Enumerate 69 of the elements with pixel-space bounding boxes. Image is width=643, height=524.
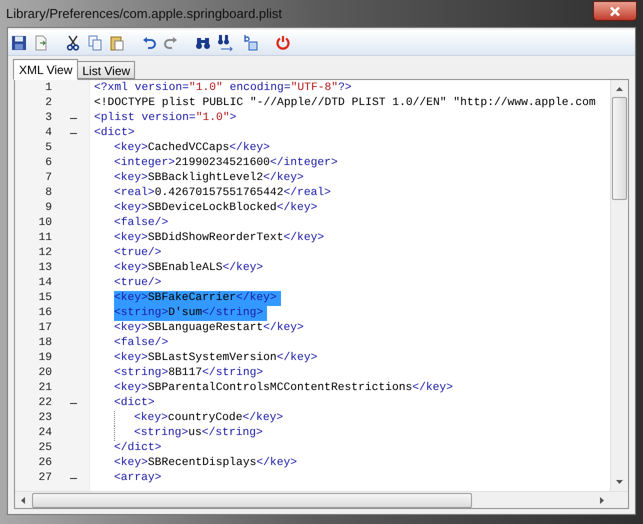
document-arrow-icon[interactable] bbox=[33, 34, 49, 50]
close-button[interactable] bbox=[593, 1, 637, 21]
line-number: 24 bbox=[37, 426, 52, 441]
line-number: 20 bbox=[37, 366, 52, 381]
line-number: 8 bbox=[44, 186, 52, 201]
line-number: 5 bbox=[44, 141, 52, 156]
window-title: Library/Preferences/com.apple.springboard.plist bbox=[6, 4, 282, 23]
vertical-scrollbar[interactable] bbox=[610, 80, 628, 491]
line-number: 14 bbox=[37, 276, 52, 291]
line-number: 18 bbox=[37, 336, 52, 351]
code-line: <key>SBParentalControlsMCContentRestrictions</key> bbox=[114, 381, 454, 396]
scrollbar-thumb[interactable] bbox=[32, 492, 472, 508]
scrollbar-thumb[interactable] bbox=[612, 97, 627, 200]
code-line: <key>SBRecentDisplays</key> bbox=[114, 456, 298, 471]
cut-icon[interactable] bbox=[65, 34, 81, 50]
view-tab[interactable]: List View bbox=[77, 61, 136, 79]
code-line: <?xml version="1.0" encoding="UTF-8"?> bbox=[94, 81, 353, 96]
code-line: <key>SBDeviceLockBlocked</key> bbox=[114, 201, 318, 216]
paste-icon[interactable] bbox=[109, 34, 125, 50]
line-number: 12 bbox=[37, 246, 52, 261]
code-line: <!DOCTYPE plist PUBLIC "-//Apple//DTD PLIST 1.0//EN" "http://www.apple.com bbox=[94, 96, 597, 111]
line-number: 2 bbox=[44, 96, 52, 111]
save-icon[interactable] bbox=[11, 34, 27, 50]
code-line: <key>countryCode</key> bbox=[134, 411, 284, 426]
line-number: 4 bbox=[44, 126, 52, 141]
line-number: 19 bbox=[37, 351, 52, 366]
code-line: <integer>21990234521600</integer> bbox=[114, 156, 339, 171]
code-line: <key>SBEnableALS</key> bbox=[114, 261, 264, 276]
line-number: 7 bbox=[44, 171, 52, 186]
line-number: 15 bbox=[37, 291, 52, 306]
code-line: <plist version="1.0"> bbox=[94, 111, 238, 126]
code-line: <key>SBBacklightLevel2</key> bbox=[114, 171, 305, 186]
line-number: 9 bbox=[44, 201, 52, 216]
power-icon[interactable] bbox=[275, 34, 291, 50]
code-line: <string>us</string> bbox=[134, 426, 264, 441]
line-number: 27 bbox=[37, 471, 52, 486]
code-line: <dict> bbox=[114, 396, 156, 411]
code-line: <key>CachedVCCaps</key> bbox=[114, 141, 271, 156]
line-number: 17 bbox=[37, 321, 52, 336]
line-number: 23 bbox=[37, 411, 52, 426]
code-line: <false/> bbox=[114, 336, 170, 351]
code-line: <key>SBLastSystemVersion</key> bbox=[114, 351, 318, 366]
line-number: 13 bbox=[37, 261, 52, 276]
line-number: 1 bbox=[44, 81, 52, 96]
line-number: 22 bbox=[37, 396, 52, 411]
line-number: 26 bbox=[37, 456, 52, 471]
line-number: 11 bbox=[37, 231, 52, 246]
code-line: <true/> bbox=[114, 276, 162, 291]
view-tab[interactable]: XML View bbox=[13, 59, 78, 80]
code-line: <key>SBDidShowReorderText</key> bbox=[114, 231, 326, 246]
line-number: 21 bbox=[37, 381, 52, 396]
code-line: <key>SBLanguageRestart</key> bbox=[114, 321, 305, 336]
copy-icon[interactable] bbox=[87, 34, 103, 50]
line-number: 6 bbox=[44, 156, 52, 171]
code-line: <real>0.42670157551765442</real> bbox=[114, 186, 332, 201]
code-line: <dict> bbox=[94, 126, 136, 141]
binoculars-arrow-icon[interactable] bbox=[217, 34, 235, 52]
line-number: 3 bbox=[44, 111, 52, 126]
line-number: 16 bbox=[37, 306, 52, 321]
line-number: 25 bbox=[37, 441, 52, 456]
close-icon bbox=[609, 6, 621, 16]
code-line: <string>8B117</string> bbox=[114, 366, 264, 381]
code-line: </dict> bbox=[114, 441, 162, 456]
code-line: <array> bbox=[114, 471, 162, 486]
redo-icon[interactable] bbox=[163, 34, 179, 50]
code-line: <false/> bbox=[114, 216, 170, 231]
code-line: <true/> bbox=[114, 246, 162, 261]
undo-icon[interactable] bbox=[141, 34, 157, 50]
line-number: 10 bbox=[37, 216, 52, 231]
